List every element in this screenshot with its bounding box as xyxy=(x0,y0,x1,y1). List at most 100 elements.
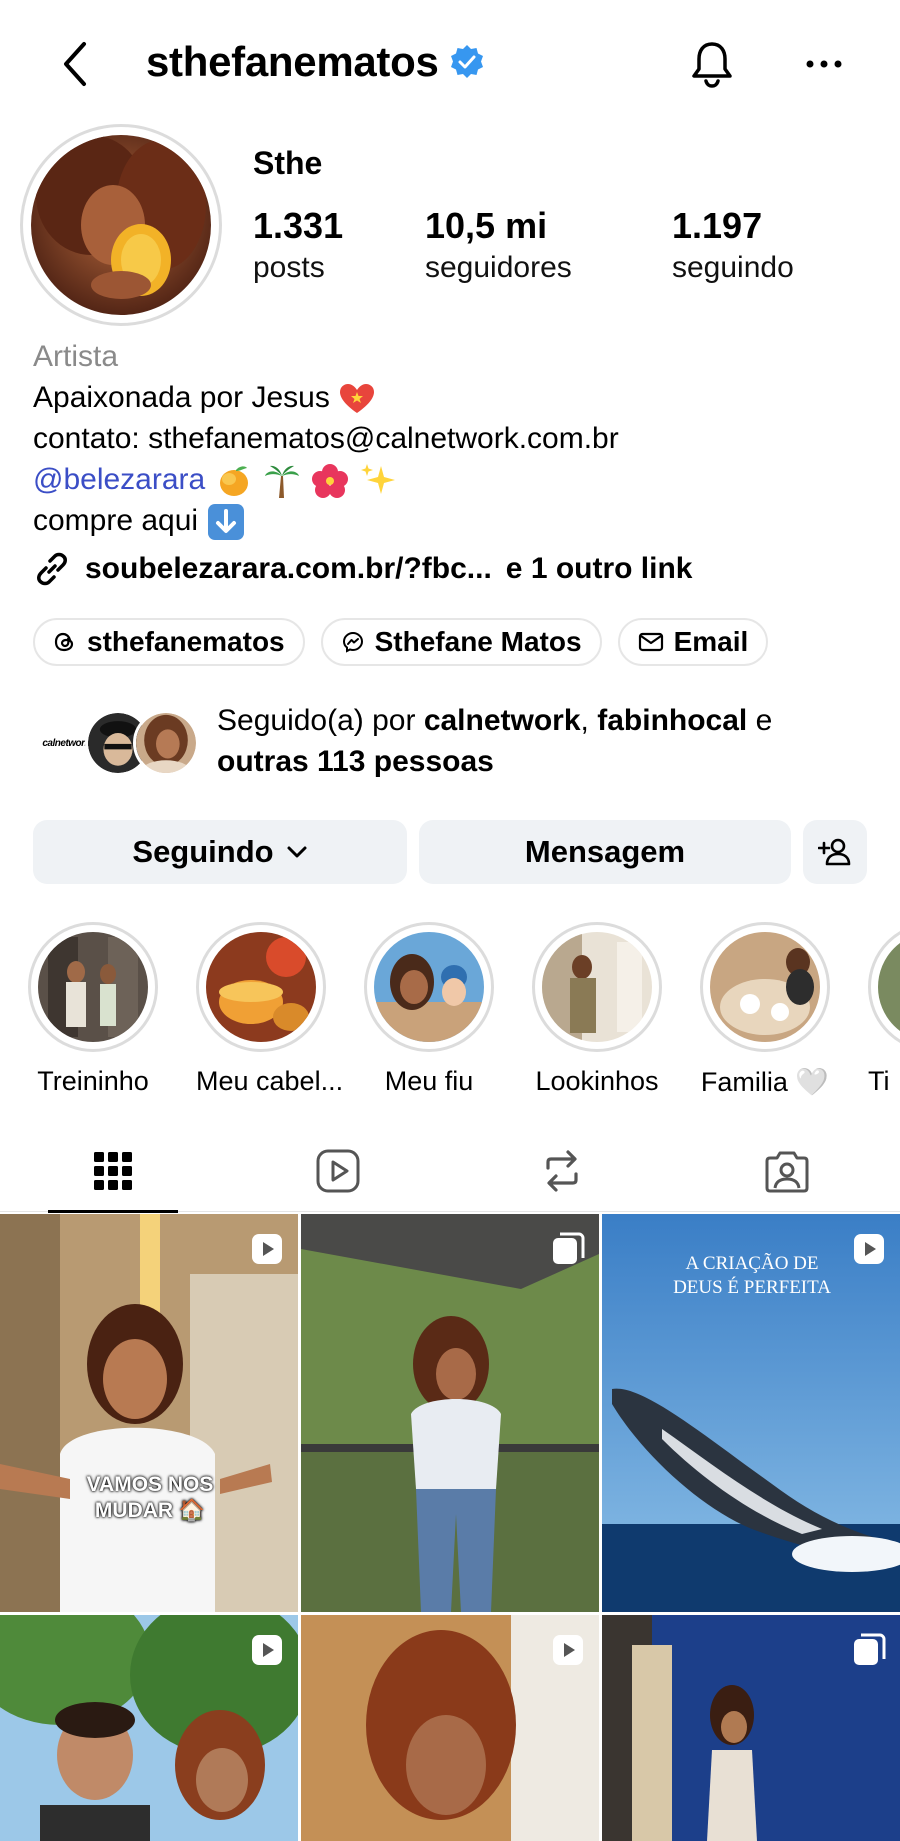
threads-handle: sthefanematos xyxy=(87,626,285,657)
highlight-label: Meu cabel... xyxy=(196,1066,344,1096)
post-image xyxy=(301,1214,599,1612)
messenger-name: Sthefane Matos xyxy=(374,626,582,657)
profile-username-title: sthefanematos xyxy=(146,38,485,86)
highlight-item[interactable]: Ti xyxy=(868,922,900,1097)
followers-count-stat[interactable]: 10,5 mi seguidores xyxy=(425,205,572,285)
bio-mention-line: @belezarara xyxy=(33,459,873,500)
follower-avatar-3 xyxy=(133,710,199,776)
message-label: Mensagem xyxy=(524,834,686,869)
threads-icon xyxy=(54,632,74,652)
followed-by-section[interactable]: calnetwork Seguido(a) por calnetwork, fa… xyxy=(33,700,873,790)
bio-text: Apaixonada por Jesus xyxy=(33,381,330,414)
followed-by-user2[interactable]: fabinhocal xyxy=(597,704,747,737)
following-label: Seguindo xyxy=(132,834,274,869)
following-label: seguindo xyxy=(672,251,794,284)
profile-photo xyxy=(31,135,211,315)
grid-icon xyxy=(94,1152,132,1190)
followers-count: 10,5 mi xyxy=(425,205,548,246)
messenger-icon xyxy=(342,631,363,653)
following-button[interactable]: Seguindo xyxy=(33,820,407,884)
bio-line: Apaixonada por Jesus xyxy=(33,377,873,418)
reposts-icon xyxy=(546,1150,578,1192)
bio-cta-text: compre aqui xyxy=(33,504,199,538)
followers-label: seguidores xyxy=(425,251,572,284)
following-count: 1.197 xyxy=(672,205,763,246)
highlight-cover xyxy=(878,932,900,1042)
profile-chips: sthefanematos Sthefane Matos Email xyxy=(33,618,769,666)
email-chip[interactable]: Email xyxy=(617,618,769,666)
reel-indicator-icon xyxy=(252,1635,282,1665)
highlight-label: Lookinhos xyxy=(535,1066,659,1096)
profile-content-tabs xyxy=(0,1130,900,1213)
profile-bio: Artista Apaixonada por Jesus contato: st… xyxy=(33,336,873,542)
highlight-item[interactable]: Treininho xyxy=(28,922,158,1097)
post-thumbnail[interactable]: A CRIAÇÃO DE DEUS É PERFEITA xyxy=(602,1214,900,1612)
highlight-item[interactable]: Familia 🤍 xyxy=(700,922,830,1098)
post-thumbnail[interactable]: VAMOS NOS MUDAR 🏠 xyxy=(0,1214,298,1612)
chevron-down-icon xyxy=(287,846,307,858)
notifications-bell-icon[interactable] xyxy=(688,38,736,90)
post-caption-overlay: A CRIAÇÃO DE DEUS É PERFEITA xyxy=(673,1253,831,1298)
mention-link[interactable]: @belezarara xyxy=(33,463,205,496)
display-name: Sthe xyxy=(253,145,323,181)
reel-indicator-icon xyxy=(553,1635,583,1665)
sparkles-emoji-icon xyxy=(360,464,395,495)
highlight-item[interactable]: Meu cabel... xyxy=(196,922,344,1097)
tagged-icon xyxy=(765,1151,809,1193)
tab-reposts[interactable] xyxy=(506,1130,618,1212)
posts-count-stat[interactable]: 1.331 posts xyxy=(253,205,343,285)
post-thumbnail[interactable] xyxy=(301,1214,599,1612)
highlight-item[interactable]: Lookinhos xyxy=(532,922,662,1097)
more-options-icon[interactable] xyxy=(800,40,848,88)
messenger-chip[interactable]: Sthefane Matos xyxy=(320,618,602,666)
followed-by-others[interactable]: outras 113 pessoas xyxy=(217,745,494,778)
profile-category: Artista xyxy=(33,340,119,373)
post-thumbnail[interactable] xyxy=(0,1615,298,1841)
email-label: Email xyxy=(673,626,749,657)
followed-by-user1[interactable]: calnetwork xyxy=(424,704,581,737)
down-arrow-emoji-icon xyxy=(208,504,245,541)
link-extra[interactable]: e 1 outro link xyxy=(506,552,693,586)
tab-posts-grid[interactable] xyxy=(48,1130,178,1213)
highlight-cover xyxy=(206,932,316,1042)
carousel-indicator-icon xyxy=(854,1633,886,1665)
story-highlights: Treininho Meu cabel... Meu fiu Lookinhos… xyxy=(28,922,900,1102)
profile-actions: Seguindo Mensagem xyxy=(33,820,867,884)
profile-avatar[interactable] xyxy=(20,124,222,326)
bio-contact-line: contato: sthefanematos@calnetwork.com.br xyxy=(33,422,619,455)
post-image xyxy=(0,1214,298,1612)
bio-cta-line: compre aqui xyxy=(33,500,873,542)
mango-emoji-icon xyxy=(219,466,248,497)
link-url[interactable]: soubelezarara.com.br/?fbc... xyxy=(85,552,492,586)
highlight-label: Treininho xyxy=(37,1066,149,1096)
post-thumbnail[interactable] xyxy=(301,1615,599,1841)
verified-badge-icon xyxy=(450,45,483,78)
posts-label: posts xyxy=(253,251,325,284)
highlight-label: Ti xyxy=(868,1066,890,1096)
email-icon xyxy=(638,632,663,652)
reel-indicator-icon xyxy=(252,1234,282,1264)
followed-by-avatars: calnetwork xyxy=(33,710,203,780)
tab-reels[interactable] xyxy=(282,1130,394,1212)
tab-tagged[interactable] xyxy=(731,1130,843,1212)
palm-tree-emoji-icon xyxy=(264,465,299,499)
bio-external-link[interactable]: soubelezarara.com.br/?fbc... e 1 outro l… xyxy=(33,550,693,588)
posts-grid: VAMOS NOS MUDAR 🏠 A CRIAÇÃO DE DEUS É PE… xyxy=(0,1214,900,1841)
highlight-item[interactable]: Meu fiu xyxy=(364,922,494,1097)
username-text: sthefanematos xyxy=(146,38,439,85)
follower-avatar-calnetwork-logo: calnetwork xyxy=(42,737,90,749)
highlight-label: Meu fiu xyxy=(384,1066,474,1096)
link-icon xyxy=(37,552,67,586)
post-thumbnail[interactable] xyxy=(602,1615,900,1841)
add-person-icon xyxy=(818,838,851,866)
message-button[interactable]: Mensagem xyxy=(419,820,791,884)
suggest-people-button[interactable] xyxy=(803,820,867,884)
following-count-stat[interactable]: 1.197 seguindo xyxy=(672,205,794,285)
profile-header: sthefanematos xyxy=(0,0,900,128)
back-arrow-icon[interactable] xyxy=(56,36,96,92)
highlight-label: Familia 🤍 xyxy=(700,1067,830,1097)
threads-chip[interactable]: sthefanematos xyxy=(33,618,305,666)
carousel-indicator-icon xyxy=(553,1232,585,1264)
highlight-cover xyxy=(710,932,820,1042)
highlight-cover xyxy=(374,932,484,1042)
